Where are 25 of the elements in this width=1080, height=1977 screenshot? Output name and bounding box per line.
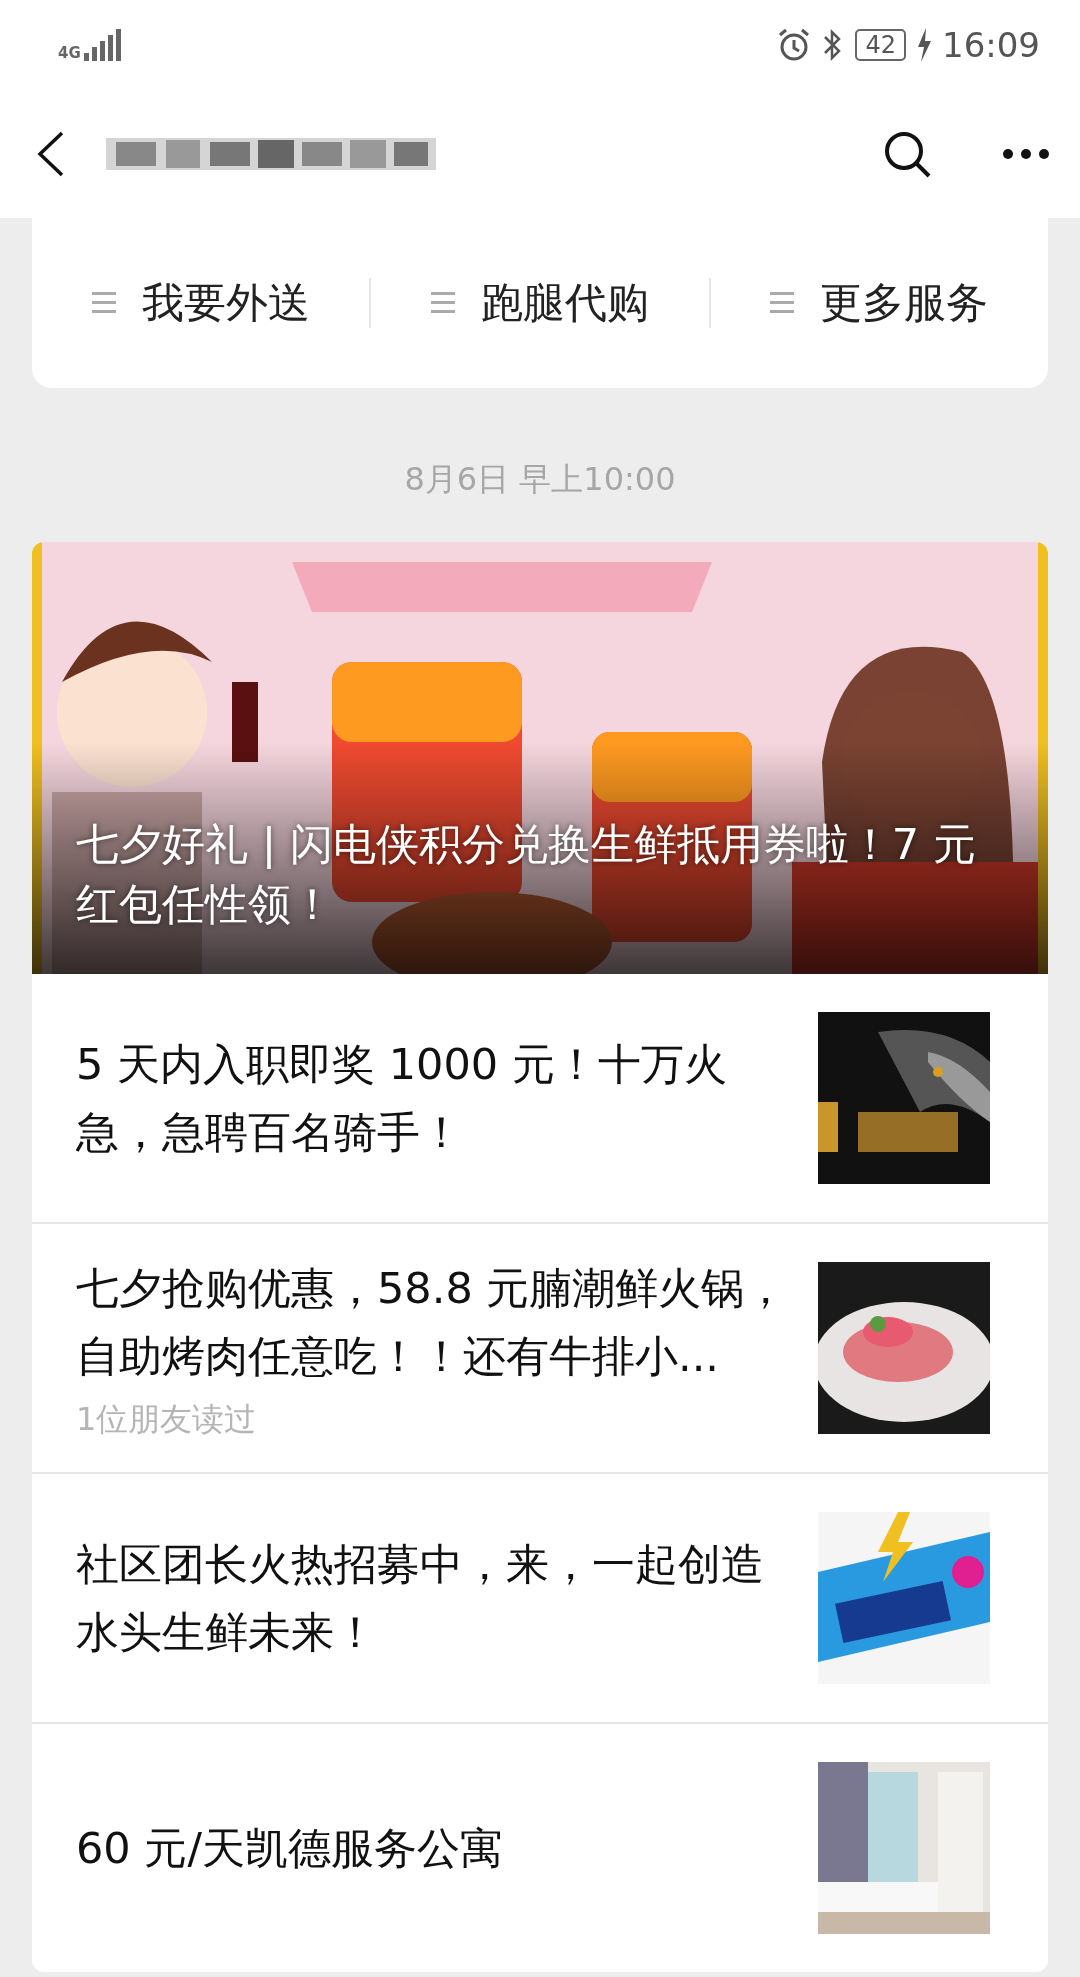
article-title: 七夕抢购优惠，58.8 元腩潮鲜火锅，自助烤肉任意吃！！还有牛排小... — [76, 1262, 789, 1383]
read-by-friends: 1位朋友读过 — [76, 1399, 258, 1440]
search-icon[interactable] — [882, 129, 932, 179]
alarm-icon — [777, 28, 812, 62]
menu-icon — [91, 292, 116, 314]
battery-level: 42 — [855, 29, 906, 61]
menu-icon — [431, 292, 455, 314]
article-title: 60 元/天凯德服务公寓 — [76, 1822, 504, 1875]
article-item[interactable]: 60 元/天凯德服务公寓 — [32, 1724, 1048, 1972]
menu-button[interactable]: 跑腿代购 — [371, 275, 709, 331]
article-item[interactable]: 社区团长火热招募中，来，一起创造水头生鲜未来！ — [32, 1474, 1048, 1724]
network-label: 4G — [58, 46, 81, 61]
message-date: 8月6日 早上10:00 — [403, 459, 677, 500]
more-icon[interactable] — [1002, 148, 1050, 160]
clock-time: 16:09 — [942, 25, 1040, 65]
charging-icon — [916, 28, 932, 62]
article-title: 社区团长火热招募中，来，一起创造水头生鲜未来！ — [76, 1538, 765, 1659]
menu-button[interactable]: 我要外送 — [32, 275, 370, 331]
article-item[interactable]: 5 天内入职即奖 1000 元！十万火急，急聘百名骑手！ — [32, 974, 1048, 1224]
menu-button[interactable]: 更多服务 — [710, 275, 1048, 331]
menu-icon — [770, 292, 795, 314]
signal-icon — [83, 29, 124, 61]
back-icon[interactable] — [36, 131, 66, 177]
article-title: 5 天内入职即奖 1000 元！十万火急，急聘百名骑手！ — [76, 1038, 728, 1159]
article-item[interactable]: 七夕抢购优惠，58.8 元腩潮鲜火锅，自助烤肉任意吃！！还有牛排小... 1位朋友读过 — [32, 1224, 1048, 1474]
